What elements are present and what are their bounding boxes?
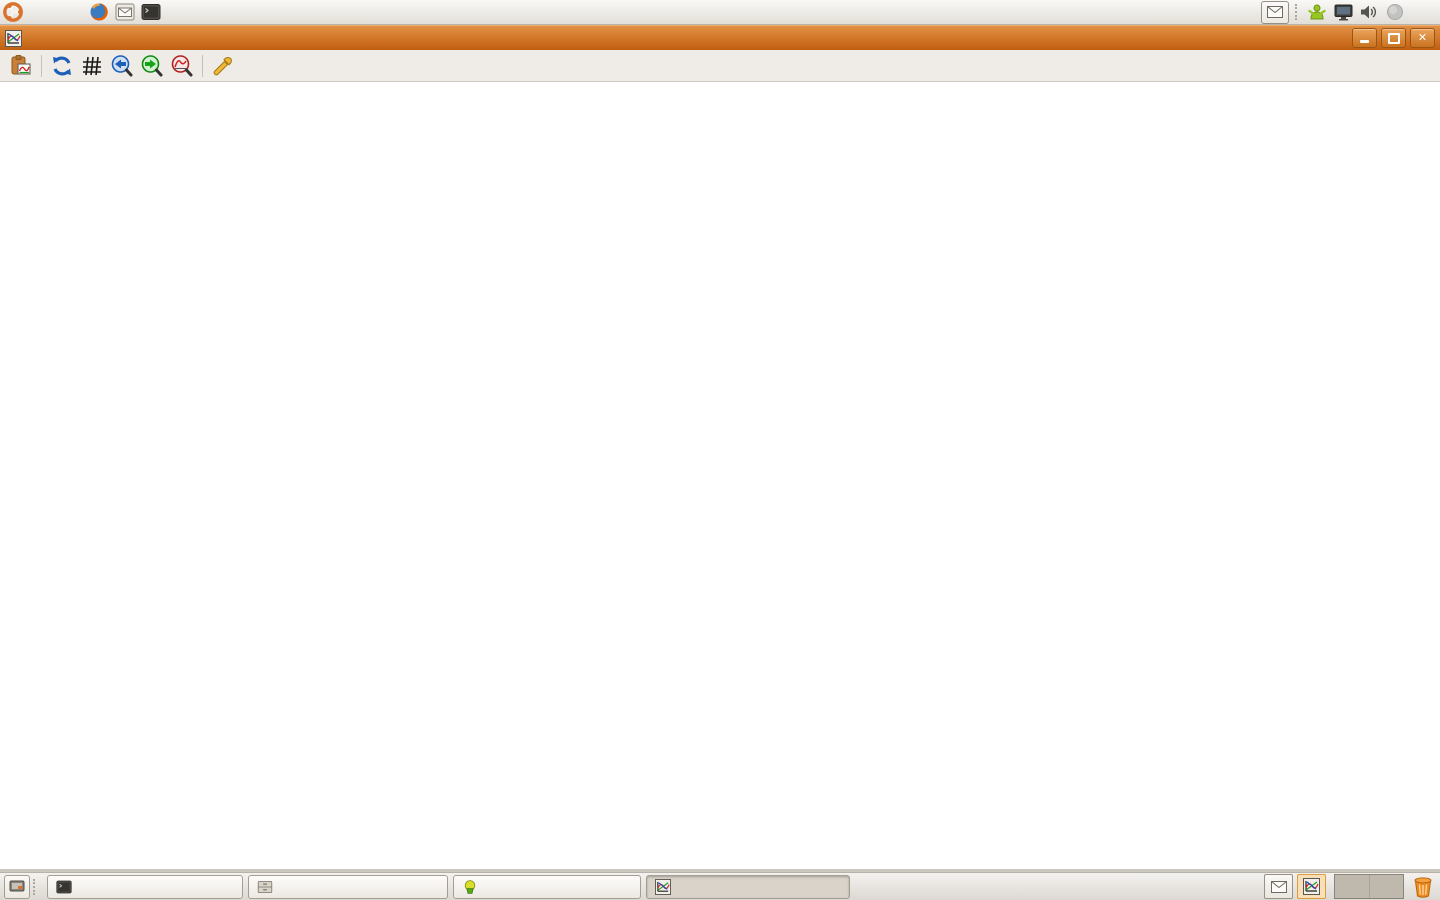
close-icon: ✕ [1418, 33, 1427, 44]
file-manager-icon [257, 879, 273, 895]
task-button-gnuplot[interactable] [646, 875, 850, 899]
task-button-terminal[interactable] [47, 875, 243, 899]
maximize-button[interactable] [1381, 28, 1406, 48]
minimize-icon [1360, 40, 1369, 43]
workspace-1[interactable] [1335, 875, 1369, 898]
window-selector-gnuplot-button[interactable] [1297, 874, 1326, 899]
workspace-switcher[interactable] [1334, 874, 1404, 899]
menu-system[interactable] [66, 0, 86, 25]
maximize-icon [1388, 33, 1400, 44]
volume-icon[interactable] [1358, 1, 1380, 23]
task-button-file-manager[interactable] [248, 875, 448, 899]
gnome-bottom-panel [0, 872, 1440, 900]
gnuplot-canvas [0, 82, 1440, 869]
toolbar-separator [41, 55, 42, 77]
display-icon[interactable] [1332, 1, 1354, 23]
gnuplot-toolbar [0, 50, 1440, 82]
close-button[interactable]: ✕ [1410, 28, 1435, 48]
tray-mail-button[interactable] [1261, 1, 1289, 24]
window-titlebar: ✕ [0, 25, 1440, 50]
autoscale-button[interactable] [167, 52, 197, 80]
chart-lr-correlation[interactable] [0, 550, 1440, 850]
mail-launcher-icon[interactable] [114, 1, 136, 23]
weather-icon[interactable] [1384, 1, 1406, 23]
gajim-icon [462, 879, 478, 895]
chart-echo-signal[interactable] [0, 88, 1440, 238]
ubuntu-logo-icon[interactable] [2, 1, 24, 23]
workspace-2[interactable] [1369, 875, 1404, 898]
mail-envelope-icon [1271, 881, 1287, 893]
minimize-button[interactable] [1352, 28, 1377, 48]
gnuplot-icon [1303, 878, 1320, 895]
show-desktop-button[interactable] [4, 875, 30, 899]
taskbar-mail-tray-button[interactable] [1264, 874, 1293, 899]
gnuplot-icon [655, 879, 671, 895]
trash-icon [1413, 876, 1433, 898]
firefox-icon[interactable] [88, 1, 110, 23]
menu-applications[interactable] [26, 0, 46, 25]
previous-zoom-button[interactable] [107, 52, 137, 80]
gnome-top-panel [0, 0, 1440, 25]
menu-places[interactable] [46, 0, 66, 25]
task-button-gajim[interactable] [453, 875, 641, 899]
next-zoom-button[interactable] [137, 52, 167, 80]
gnuplot-window-icon [5, 30, 22, 47]
settings-button[interactable] [208, 52, 238, 80]
replot-button[interactable] [47, 52, 77, 80]
tray-separator [1295, 4, 1301, 20]
copy-to-clipboard-button[interactable] [6, 52, 36, 80]
chart-lr-echo[interactable] [0, 243, 1440, 543]
trash-button[interactable] [1410, 875, 1436, 899]
terminal-icon [56, 879, 72, 895]
grid-button[interactable] [77, 52, 107, 80]
toolbar-separator [202, 55, 203, 77]
update-notifier-icon[interactable] [1306, 1, 1328, 23]
help-button[interactable] [238, 52, 268, 80]
terminal-launcher-icon[interactable] [140, 1, 162, 23]
taskbar-separator [33, 879, 39, 895]
